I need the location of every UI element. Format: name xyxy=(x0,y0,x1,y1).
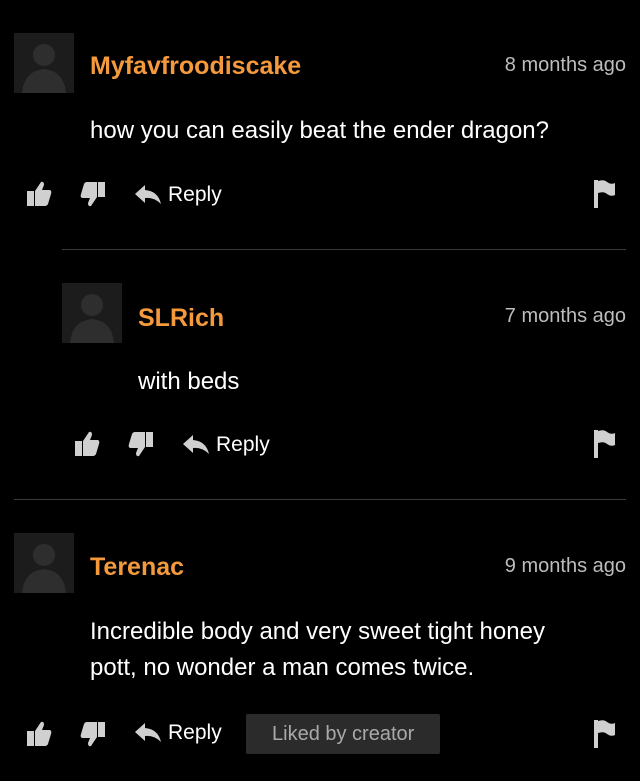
avatar[interactable] xyxy=(62,283,122,343)
comment-text: with beds xyxy=(138,368,240,395)
thumbs-down-icon[interactable] xyxy=(78,180,108,210)
reply-arrow-icon xyxy=(135,185,161,204)
comment-actions: Reply xyxy=(0,176,640,216)
comment: Terenac 9 months ago Incredible body and… xyxy=(0,500,640,781)
reply-button[interactable]: Reply xyxy=(182,430,270,460)
reply-label: Reply xyxy=(168,183,222,206)
flag-icon[interactable] xyxy=(592,428,616,460)
avatar-silhouette-icon xyxy=(14,33,74,93)
flag-icon[interactable] xyxy=(592,178,616,210)
comment-actions: Reply xyxy=(0,426,640,466)
comment-text: how you can easily beat the ender dragon… xyxy=(90,117,549,144)
username[interactable]: Terenac xyxy=(90,552,184,582)
comment-text: Incredible body and very sweet tight hon… xyxy=(90,618,545,681)
reply-label: Reply xyxy=(216,433,270,456)
thumbs-up-icon[interactable] xyxy=(24,178,54,208)
comment-reply: SLRich 7 months ago with beds Reply xyxy=(0,250,640,500)
comment-actions: Reply Liked by creator xyxy=(0,714,640,754)
thumbs-down-icon[interactable] xyxy=(126,430,156,460)
reply-button[interactable]: Reply xyxy=(134,718,222,748)
thumbs-up-icon[interactable] xyxy=(24,718,54,748)
timestamp: 9 months ago xyxy=(504,555,626,577)
avatar[interactable] xyxy=(14,33,74,93)
avatar-silhouette-icon xyxy=(62,283,122,343)
reply-arrow-icon xyxy=(135,723,161,742)
timestamp: 7 months ago xyxy=(504,305,626,327)
avatar[interactable] xyxy=(14,533,74,593)
reply-label: Reply xyxy=(168,721,222,744)
liked-by-creator-badge: Liked by creator xyxy=(246,714,441,754)
comment: Myfavfroodiscake 8 months ago how you ca… xyxy=(0,0,640,250)
timestamp: 8 months ago xyxy=(504,54,626,76)
thumbs-up-icon[interactable] xyxy=(72,428,102,458)
username[interactable]: Myfavfroodiscake xyxy=(90,51,301,81)
thumbs-down-icon[interactable] xyxy=(78,720,108,750)
username[interactable]: SLRich xyxy=(138,303,224,333)
reply-arrow-icon xyxy=(183,435,209,454)
avatar-silhouette-icon xyxy=(14,533,74,593)
flag-icon[interactable] xyxy=(592,718,616,750)
reply-button[interactable]: Reply xyxy=(134,180,222,210)
